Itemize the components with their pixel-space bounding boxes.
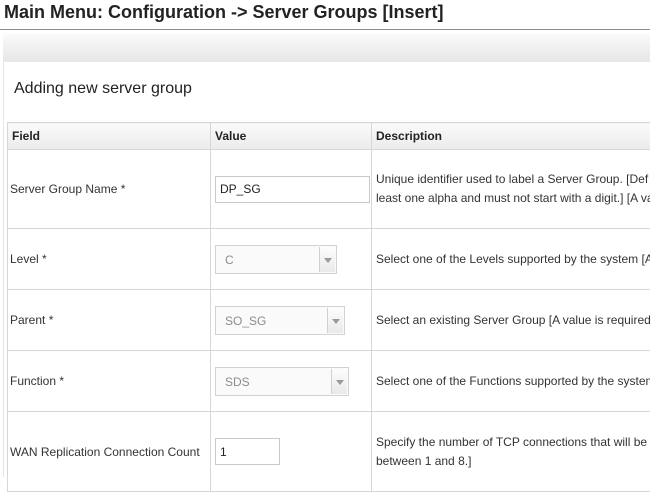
chevron-down-icon[interactable] [327,308,343,333]
field-label-level: Level * [8,229,211,290]
chevron-down-icon[interactable] [331,369,347,394]
table-header-row: Field Value Description [8,123,650,150]
column-header-description: Description [372,123,650,150]
page-title: Main Menu: Configuration -> Server Group… [4,2,444,23]
row-parent: Parent * SO_SG Select an existing Server… [8,290,650,351]
function-select[interactable]: SDS [215,367,349,396]
row-wan-replication-count: WAN Replication Connection Count Specify… [8,412,650,492]
section-heading: Adding new server group [14,80,192,98]
parent-select-value: SO_SG [225,314,266,328]
level-select-value: C [225,253,234,267]
description-parent: Select an existing Server Group [A value… [372,290,650,351]
description-line: Select one of the Levels supported by th… [376,250,650,269]
field-label-server-group-name: Server Group Name * [8,150,211,229]
title-divider [0,29,650,30]
level-select[interactable]: C [215,245,337,274]
description-level: Select one of the Levels supported by th… [372,229,650,290]
chevron-down-icon[interactable] [319,247,335,272]
function-select-value: SDS [225,375,250,389]
field-label-function: Function * [8,351,211,412]
field-label-wan-replication-count: WAN Replication Connection Count [8,412,211,492]
description-line: least one alpha and must not start with … [376,189,650,208]
row-level: Level * C Select one of the Levels suppo… [8,229,650,290]
description-line: Select an existing Server Group [A value… [376,311,650,330]
server-group-name-input[interactable] [215,176,370,203]
parent-select[interactable]: SO_SG [215,306,345,335]
toolbar [3,33,650,63]
description-wan-replication-count: Specify the number of TCP connections th… [372,412,650,492]
field-label-parent: Parent * [8,290,211,351]
description-line: Specify the number of TCP connections th… [376,433,650,452]
column-header-value: Value [211,123,372,150]
description-line: Unique identifier used to label a Server… [376,170,650,189]
server-group-form-table: Field Value Description Server Group Nam… [7,122,650,492]
description-function: Select one of the Functions supported by… [372,351,650,412]
description-server-group-name: Unique identifier used to label a Server… [372,150,650,229]
description-line: Select one of the Functions supported by… [376,372,650,391]
description-line: between 1 and 8.] [376,452,650,471]
column-header-field: Field [8,123,211,150]
row-server-group-name: Server Group Name * Unique identifier us… [8,150,650,229]
wan-replication-count-input[interactable] [215,438,280,465]
row-function: Function * SDS Select one of the Functio… [8,351,650,412]
